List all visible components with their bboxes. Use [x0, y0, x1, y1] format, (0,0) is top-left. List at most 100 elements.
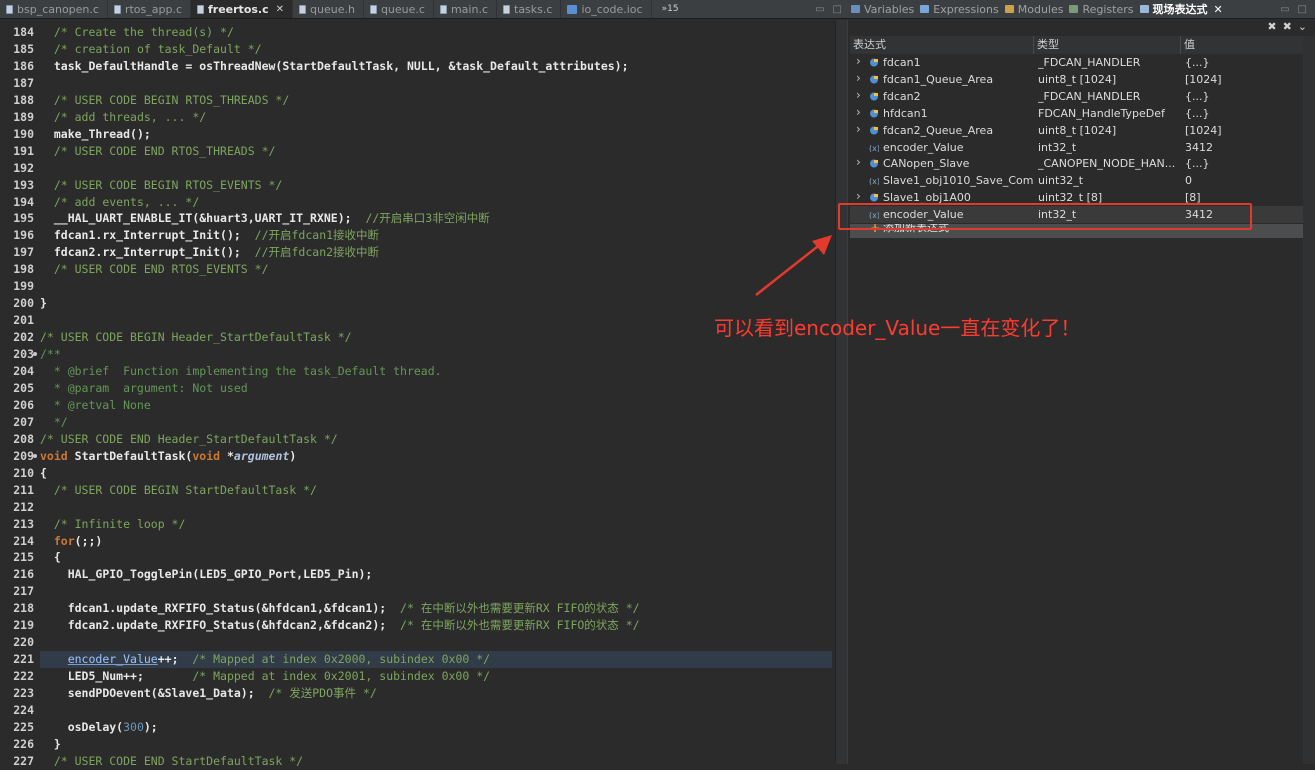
code-line[interactable]: 195 __HAL_UART_ENABLE_IT(&huart3,UART_IT…: [0, 210, 835, 227]
code-line[interactable]: 214 for(;;): [0, 533, 835, 550]
code-line[interactable]: 223 sendPDOevent(&Slave1_Data); /* 发送PDO…: [0, 685, 835, 702]
code-line[interactable]: 219 fdcan2.update_RXFIFO_Status(&hfdcan2…: [0, 617, 835, 634]
code-line[interactable]: 202 /* USER CODE BEGIN Header_StartDefaul…: [0, 329, 835, 346]
chevron-right-icon[interactable]: ›: [856, 122, 861, 136]
minimize-icon[interactable]: ▭: [1280, 4, 1289, 15]
code-line[interactable]: 185 /* creation of task_Default */: [0, 41, 835, 58]
code-line[interactable]: 191 /* USER CODE END RTOS_THREADS */: [0, 143, 835, 160]
code-text: __HAL_UART_ENABLE_IT(&huart3,UART_IT_RXN…: [40, 210, 490, 227]
code-line[interactable]: 208 /* USER CODE END Header_StartDefaultT…: [0, 431, 835, 448]
editor-tab-2[interactable]: freertos.c ✕: [191, 0, 294, 18]
expression-row[interactable]: › fdcan1_Queue_Area uint8_t [1024] [1024]: [850, 71, 1303, 88]
chevron-right-icon[interactable]: ›: [856, 105, 861, 119]
close-tab-icon[interactable]: ✕: [276, 4, 284, 15]
code-line[interactable]: 220: [0, 634, 835, 651]
chevron-right-icon[interactable]: ›: [856, 155, 861, 169]
code-line[interactable]: 210 {: [0, 465, 835, 482]
maximize-icon[interactable]: □: [1298, 4, 1307, 15]
code-line[interactable]: 226 }: [0, 736, 835, 753]
editor-tab-5[interactable]: main.c: [434, 0, 497, 18]
code-line[interactable]: 193 /* USER CODE BEGIN RTOS_EVENTS */: [0, 177, 835, 194]
code-line[interactable]: 218 fdcan1.update_RXFIFO_Status(&hfdcan1…: [0, 600, 835, 617]
code-line[interactable]: 203 /**: [0, 346, 835, 363]
view-menu-icon[interactable]: ⌄: [1298, 20, 1307, 33]
panel-tab-4[interactable]: 现场表达式 ✕: [1137, 1, 1226, 17]
chevron-right-icon[interactable]: ›: [856, 189, 861, 203]
code-line[interactable]: 187: [0, 75, 835, 92]
column-header-type[interactable]: 类型: [1033, 36, 1180, 54]
code-line[interactable]: 184 /* Create the thread(s) */: [0, 24, 835, 41]
code-line[interactable]: 221 encoder_Value++; /* Mapped at index …: [13, 651, 832, 669]
panel-tab-3[interactable]: Registers: [1066, 3, 1136, 16]
code-token: {: [40, 465, 47, 480]
panel-tab-1[interactable]: Expressions: [917, 3, 1001, 16]
panel-scrollbar[interactable]: [1303, 36, 1315, 764]
code-text: */: [40, 414, 68, 431]
code-line[interactable]: 213 /* Infinite loop */: [0, 516, 835, 533]
code-line[interactable]: 212: [0, 499, 835, 516]
panel-tab-0[interactable]: Variables: [848, 3, 917, 16]
editor-tab-3[interactable]: queue.h: [293, 0, 364, 18]
code-line[interactable]: 211 /* USER CODE BEGIN StartDefaultTask …: [0, 482, 835, 499]
code-line[interactable]: 198 /* USER CODE END RTOS_EVENTS */: [0, 261, 835, 278]
primitive-variable-icon: (x): [869, 144, 879, 152]
panel-tab-2[interactable]: Modules: [1002, 3, 1067, 16]
minimize-icon[interactable]: ▭: [815, 4, 824, 15]
expression-row[interactable]: (x) encoder_Value int32_t 3412: [850, 139, 1303, 156]
chevron-right-icon[interactable]: ›: [856, 54, 861, 68]
code-text: /* add events, ... */: [40, 194, 199, 211]
code-line[interactable]: 186 task_DefaultHandle = osThreadNew(Sta…: [0, 58, 835, 75]
code-editor[interactable]: 184 /* Create the thread(s) */185 /* cre…: [0, 20, 835, 768]
expression-value: [1024]: [1185, 123, 1222, 137]
code-line[interactable]: 206 * @retval None: [0, 397, 835, 414]
code-line[interactable]: 207 */: [0, 414, 835, 431]
chevron-right-icon[interactable]: ›: [856, 71, 861, 85]
code-line[interactable]: 227 /* USER CODE END StartDefaultTask */: [0, 753, 835, 770]
code-line[interactable]: 194 /* add events, ... */: [0, 194, 835, 211]
editor-tab-6[interactable]: tasks.c: [497, 0, 562, 18]
code-text: /* Create the thread(s) */: [40, 24, 234, 41]
code-line[interactable]: 205 * @param argument: Not used: [0, 380, 835, 397]
column-header-expression[interactable]: 表达式: [850, 36, 1033, 54]
code-line[interactable]: 216 HAL_GPIO_TogglePin(LED5_GPIO_Port,LE…: [0, 566, 835, 583]
code-line[interactable]: 197 fdcan2.rx_Interrupt_Init(); //开启fdca…: [0, 244, 835, 261]
code-line[interactable]: 199: [0, 278, 835, 295]
code-line[interactable]: 222 LED5_Num++; /* Mapped at index 0x200…: [0, 668, 835, 685]
code-line[interactable]: 225 osDelay(300);: [0, 719, 835, 736]
code-line[interactable]: 215 {: [0, 549, 835, 566]
fold-marker-icon[interactable]: [33, 352, 37, 357]
editor-tab-0[interactable]: bsp_canopen.c: [0, 0, 108, 18]
editor-scrollbar[interactable]: [835, 20, 848, 764]
more-tabs-button[interactable]: »15: [652, 0, 689, 18]
expression-row[interactable]: › CANopen_Slave _CANOPEN_NODE_HAN... {...}: [850, 155, 1303, 172]
editor-tab-1[interactable]: rtos_app.c: [108, 0, 191, 18]
chevron-right-icon[interactable]: ›: [856, 88, 861, 102]
remove-expression-icon[interactable]: ✖: [1267, 20, 1276, 33]
code-line[interactable]: 204 * @brief Function implementing the t…: [0, 363, 835, 380]
close-tab-icon[interactable]: ✕: [1214, 3, 1223, 16]
code-line[interactable]: 196 fdcan1.rx_Interrupt_Init(); //开启fdca…: [0, 227, 835, 244]
expression-row[interactable]: › hfdcan1 FDCAN_HandleTypeDef {...}: [850, 105, 1303, 122]
code-line[interactable]: 217: [0, 583, 835, 600]
expression-row[interactable]: › fdcan2_Queue_Area uint8_t [1024] [1024]: [850, 122, 1303, 139]
expression-row[interactable]: (x) Slave1_obj1010_Save_Comm uint32_t 0: [850, 172, 1303, 189]
editor-tab-4[interactable]: queue.c: [364, 0, 434, 18]
expression-row[interactable]: › fdcan2 _FDCAN_HANDLER {...}: [850, 88, 1303, 105]
code-line[interactable]: 192: [0, 160, 835, 177]
code-line[interactable]: 224: [0, 702, 835, 719]
code-line[interactable]: 190 make_Thread();: [0, 126, 835, 143]
code-line[interactable]: 188 /* USER CODE BEGIN RTOS_THREADS */: [0, 92, 835, 109]
column-header-value[interactable]: 值: [1180, 36, 1303, 54]
fold-marker-icon[interactable]: [33, 453, 37, 458]
remove-all-expressions-icon[interactable]: ✖: [1283, 20, 1292, 33]
code-text: * @brief Function implementing the task_…: [40, 363, 442, 380]
line-number: 194: [13, 194, 34, 209]
code-line[interactable]: 209 void StartDefaultTask(void *argument): [0, 448, 835, 465]
maximize-icon[interactable]: □: [833, 4, 842, 15]
expression-row[interactable]: › fdcan1 _FDCAN_HANDLER {...}: [850, 54, 1303, 71]
editor-tab-7[interactable]: io_code.ioc: [561, 0, 652, 18]
expression-value: 0: [1185, 174, 1192, 188]
code-line[interactable]: 201: [0, 312, 835, 329]
code-line[interactable]: 200}: [0, 295, 835, 312]
code-line[interactable]: 189 /* add threads, ... */: [0, 109, 835, 126]
